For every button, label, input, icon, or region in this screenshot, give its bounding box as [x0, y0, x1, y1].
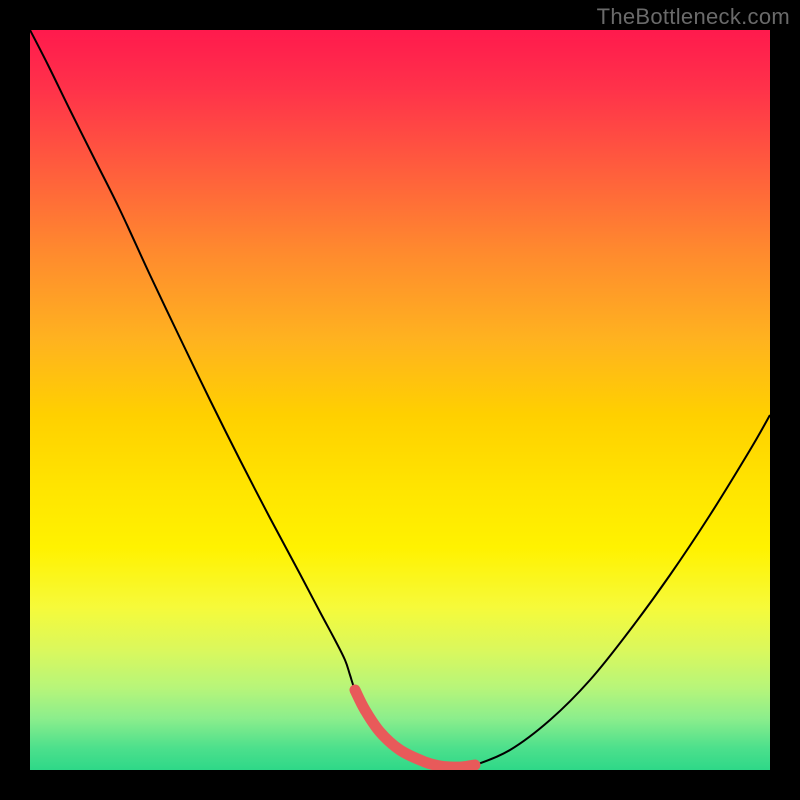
red-bottom-marker — [355, 690, 475, 767]
black-curve — [30, 30, 770, 767]
curve-overlay — [30, 30, 770, 770]
chart-frame: TheBottleneck.com — [0, 0, 800, 800]
plot-area — [30, 30, 770, 770]
watermark-text: TheBottleneck.com — [597, 4, 790, 30]
